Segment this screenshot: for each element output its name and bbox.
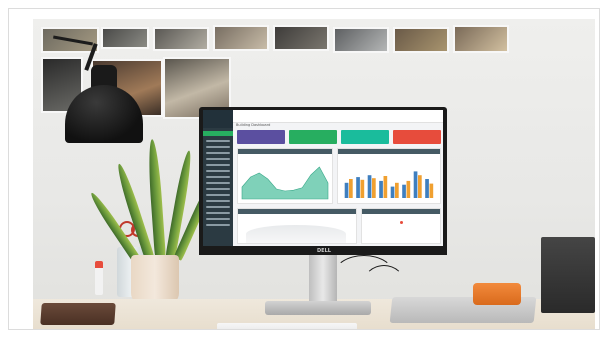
- bar: [379, 180, 383, 198]
- sidebar-header: [203, 110, 233, 128]
- wall-photo: [453, 25, 509, 53]
- keyboard: [217, 323, 357, 329]
- sidebar-item: [206, 200, 230, 202]
- status-dot: [400, 221, 403, 224]
- bar: [418, 175, 422, 198]
- bottom-left-panel: [237, 208, 357, 244]
- panel-header: [362, 209, 440, 214]
- dashboard-topbar: [233, 110, 443, 123]
- panel-header: [338, 149, 440, 154]
- sidebar-item: [206, 194, 230, 196]
- stat-card: [341, 130, 389, 144]
- wall-photo: [333, 27, 389, 53]
- stat-card: [393, 130, 441, 144]
- stat-card: [289, 130, 337, 144]
- page-title: Building Dashboard: [236, 123, 271, 127]
- wall-photo: [273, 25, 329, 51]
- area-series: [241, 166, 329, 200]
- bar: [372, 178, 376, 198]
- sidebar-item-active: [203, 131, 233, 136]
- wall-photo: [393, 27, 449, 53]
- sidebar-item: [206, 224, 230, 226]
- bar: [429, 183, 434, 198]
- sidebar-item: [206, 140, 230, 142]
- panel-header: [238, 209, 356, 214]
- monitor-screen: Building Dashboard: [203, 110, 443, 246]
- area-chart: [241, 166, 329, 200]
- bar: [402, 184, 406, 198]
- sidebar-item: [206, 212, 230, 214]
- bar: [406, 180, 411, 198]
- bar: [367, 175, 372, 198]
- sidebar-item: [206, 218, 230, 220]
- bottle: [95, 261, 103, 295]
- sidebar-item: [206, 170, 230, 172]
- sidebar-item: [206, 164, 230, 166]
- desk-scene: Building Dashboard DELL: [33, 19, 595, 329]
- sidebar-item: [206, 158, 230, 160]
- bar-chart-panel: [337, 148, 441, 204]
- wall-photo: [153, 27, 209, 51]
- speaker: [541, 237, 595, 313]
- notebook: [40, 303, 116, 325]
- bar-chart: [344, 171, 434, 198]
- external-drive: [473, 283, 521, 305]
- bottom-right-panel: [361, 208, 441, 244]
- monitor-base: [265, 301, 371, 315]
- bar: [425, 179, 429, 198]
- bar: [360, 179, 365, 198]
- sidebar-item: [206, 146, 230, 148]
- sidebar-item: [206, 188, 230, 190]
- sidebar-item: [206, 206, 230, 208]
- bar: [344, 182, 349, 198]
- wall-photo: [101, 27, 149, 49]
- plant-pot: [131, 255, 179, 305]
- bar: [356, 177, 360, 198]
- panel-header: [238, 149, 332, 154]
- bar: [413, 171, 418, 198]
- image-frame: Building Dashboard DELL: [8, 8, 600, 330]
- bar: [395, 182, 399, 198]
- dashboard-sidebar: [203, 110, 233, 246]
- area-chart-panel: [237, 148, 333, 204]
- wall-photo: [213, 25, 269, 51]
- sidebar-item: [206, 152, 230, 154]
- sidebar-item: [206, 176, 230, 178]
- stat-card: [237, 130, 285, 144]
- monitor-logo-icon: DELL: [317, 248, 331, 254]
- panel-shape: [246, 225, 346, 243]
- bar: [383, 176, 388, 198]
- bar: [349, 179, 353, 198]
- bar: [390, 186, 395, 198]
- sidebar-item: [206, 182, 230, 184]
